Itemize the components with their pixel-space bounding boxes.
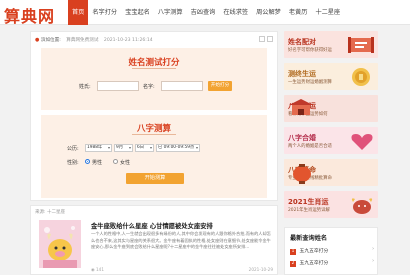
nav-online-lot[interactable]: 在线求签 <box>219 0 252 25</box>
banner-subtitle: 好名字可帮你获得好运 <box>288 48 332 53</box>
given-name-label: 名字: <box>143 84 155 90</box>
nav-zodiac[interactable]: 十二星座 <box>311 0 344 25</box>
banner-zodiac-2021[interactable]: 2021生肖运 2021年生肖运势详解 <box>284 191 378 218</box>
banner-title: 姓名配对 <box>288 38 316 46</box>
list-item-text: 五九五卒打分 <box>299 249 329 254</box>
article-title[interactable]: 金牛座败给什么星座 心甘情愿被处女座安排 <box>91 221 213 230</box>
banner-bazi-marriage[interactable]: 八字合婚 两个人的婚姻是否合适 <box>284 127 378 154</box>
given-name-input[interactable] <box>161 81 203 91</box>
article-thumbnail[interactable] <box>39 220 81 268</box>
main-panel: ● 滨如位置: 算典网免费测试 2021-10-23 11:26:14 姓名测试… <box>30 31 278 201</box>
rank-badge: 2 <box>290 261 296 267</box>
article-source: 来源: 十二星座 <box>35 210 65 215</box>
list-item-text: 五九五卒打分 <box>299 261 329 266</box>
start-score-button[interactable]: 开始打分 <box>208 81 232 91</box>
gender-label: 性别: <box>67 160 79 166</box>
temple-icon <box>289 99 313 115</box>
gender-female-option[interactable]: 女性 <box>113 159 139 166</box>
banner-subtitle: 一生运势财运婚姻测算 <box>288 80 332 85</box>
heart-icon <box>351 134 373 150</box>
breadcrumb-label: 滨如位置: <box>40 38 61 43</box>
breadcrumb-site[interactable]: 算典网免费测试 <box>66 38 98 43</box>
nav-fortune-query[interactable]: 吉凶查询 <box>187 0 220 25</box>
article-excerpt: 一个人的性格中,人一生就会出现很多有缘份的人,其中你会发现有的人跟你格外合拍,而… <box>91 231 271 250</box>
location-pin-icon: ● <box>35 37 40 43</box>
name-test-title: 姓名测试打分 <box>128 58 180 68</box>
window-icon[interactable] <box>267 36 273 42</box>
gold-ingot-icon <box>352 68 370 86</box>
nav-name-score[interactable]: 名字打分 <box>88 0 121 25</box>
start-bazi-button[interactable]: 开始测算 <box>126 173 184 184</box>
nav-dream[interactable]: 周公解梦 <box>252 0 285 25</box>
main-nav: 首页 名字打分 宝宝起名 八字测算 吉凶查询 在线求签 周公解梦 老黄历 十二星… <box>68 0 344 25</box>
title-divider <box>132 134 176 135</box>
male-radio[interactable] <box>85 159 90 164</box>
surname-input[interactable] <box>97 81 139 91</box>
female-label: 女性 <box>120 160 131 166</box>
bazi-test-title: 八字测算 <box>136 124 171 134</box>
banner-title: 2021生肖运 <box>288 198 329 206</box>
female-radio[interactable] <box>113 159 118 164</box>
font-size-icon[interactable] <box>259 36 265 42</box>
recent-names-panel: 最新查询姓名 1 五九五卒打分 › 2 五九五卒打分 › <box>284 227 378 275</box>
article-card[interactable]: 来源: 十二星座 金牛座败给什么星座 心甘情愿被处女座安排 一个人的性格中,人一… <box>30 205 278 275</box>
banner-subtitle: 2021年生肖运势详解 <box>288 208 330 213</box>
banner-bazi-career[interactable]: 八字业运 看你的事业运势如何 <box>284 95 378 122</box>
rank-badge: 1 <box>290 249 296 255</box>
view-controls <box>259 36 273 42</box>
recent-names-title: 最新查询姓名 <box>290 235 328 242</box>
nav-bazi[interactable]: 八字测算 <box>154 0 187 25</box>
bazi-test-box: 八字测算 公历: 1988年 9月 6日 巳 09:00-09:59点 性别: … <box>41 115 267 198</box>
nav-home[interactable]: 首页 <box>68 0 89 25</box>
bull-cartoon-icon <box>39 220 81 268</box>
site-logo[interactable]: 算典网 <box>4 3 55 27</box>
name-test-box: 姓名测试打分 姓氏: 名字: 开始打分 <box>41 48 267 110</box>
article-views: 141 <box>96 267 104 272</box>
eye-icon: ◉ <box>91 267 95 272</box>
breadcrumb-timestamp: 2021-10-23 11:26:14 <box>103 38 153 43</box>
banner-bazi-fortune[interactable]: 八字算命 专业八字在线精批算命 <box>284 159 378 186</box>
surname-label: 姓氏: <box>79 84 91 90</box>
ox-icon <box>351 198 373 214</box>
nav-baby-naming[interactable]: 宝宝起名 <box>121 0 154 25</box>
lantern-icon <box>293 164 311 184</box>
banner-lifetime-fortune[interactable]: 测终生运 一生运势财运婚姻测算 <box>284 63 378 90</box>
header: 算典网 首页 名字打分 宝宝起名 八字测算 吉凶查询 在线求签 周公解梦 老黄历… <box>0 0 410 27</box>
nav-almanac[interactable]: 老黄历 <box>285 0 312 25</box>
calendar-label: 公历: <box>67 146 79 152</box>
scroll-icon <box>348 37 374 53</box>
breadcrumb: ● 滨如位置: 算典网免费测试 2021-10-23 11:26:14 <box>35 37 153 43</box>
chevron-right-icon: › <box>372 247 374 252</box>
list-item[interactable]: 2 五九五卒打分 › <box>290 259 374 267</box>
chevron-right-icon: › <box>372 259 374 264</box>
article-date: 2021-10-29 <box>248 267 273 272</box>
gender-male-option[interactable]: 男性 <box>85 159 111 166</box>
banner-name-match[interactable]: 姓名配对 好名字可帮你获得好运 <box>284 31 378 58</box>
banner-title: 八字合婚 <box>288 134 316 142</box>
year-select[interactable]: 1988年 <box>85 144 112 152</box>
month-select[interactable]: 9月 <box>114 144 133 152</box>
day-select[interactable]: 6日 <box>135 144 154 152</box>
male-label: 男性 <box>92 160 103 166</box>
list-item[interactable]: 1 五九五卒打分 › <box>290 247 374 255</box>
article-footer: ◉ 141 2021-10-29 <box>91 267 273 272</box>
banner-subtitle: 两个人的婚姻是否合适 <box>288 144 332 149</box>
title-divider <box>132 68 176 69</box>
hour-select[interactable]: 巳 09:00-09:59点 <box>156 144 200 152</box>
banner-title: 测终生运 <box>288 70 316 78</box>
